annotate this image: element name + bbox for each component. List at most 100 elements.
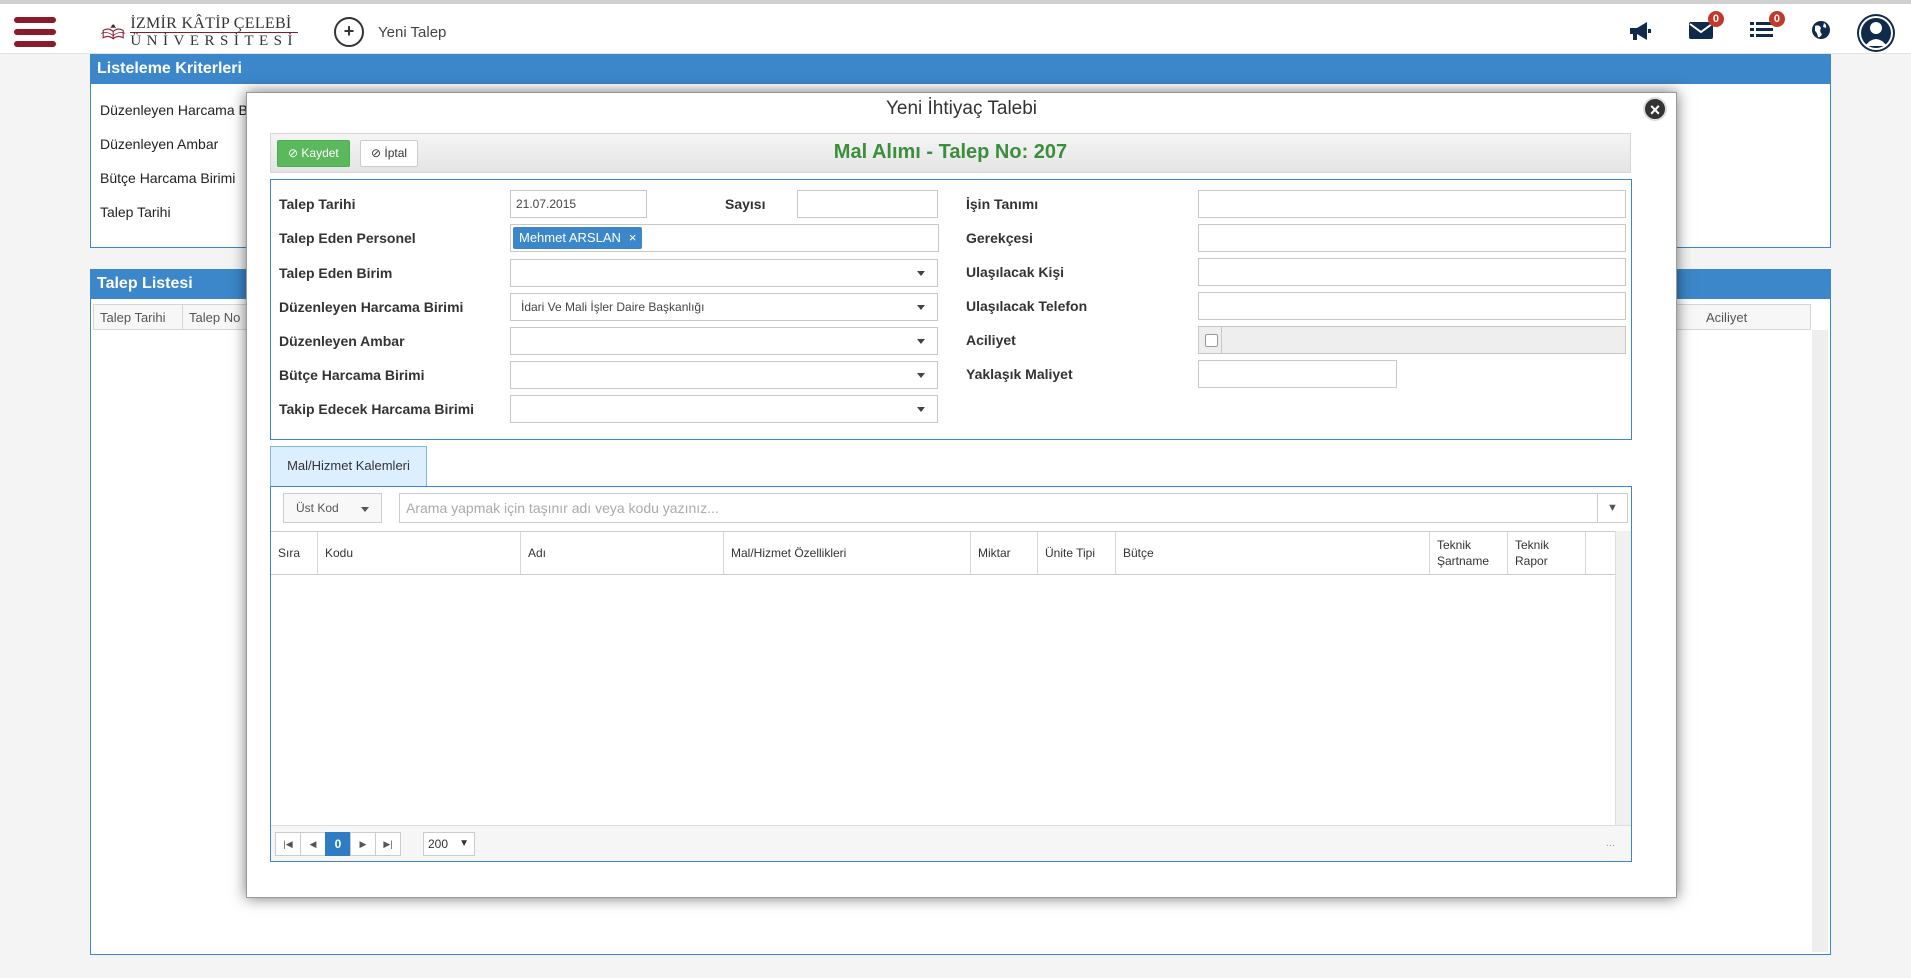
prev-page-icon[interactable]: ◀	[300, 832, 326, 856]
dropdown-arrow-icon[interactable]: ▼	[1597, 494, 1627, 522]
envelope-icon[interactable]: 0	[1688, 11, 1724, 45]
ulasilacak-telefon-label: Ulaşılacak Telefon	[966, 298, 1088, 314]
column-header[interactable]: Adı	[520, 532, 723, 574]
check-circle-icon: ⊘	[288, 146, 299, 160]
plus-icon: +	[334, 17, 364, 47]
caret-down-icon: ▼	[459, 838, 469, 849]
aciliyet-checkbox[interactable]	[1205, 334, 1218, 347]
list-scrollbar[interactable]	[1812, 330, 1828, 952]
column-header[interactable]: Miktar	[970, 532, 1037, 574]
modal-title: Yeni İhtiyaç Talebi	[885, 98, 1038, 119]
sayisi-input[interactable]	[797, 190, 938, 218]
close-icon[interactable]: ×	[1643, 97, 1667, 121]
items-grid-body	[271, 575, 1631, 825]
caret-down-icon	[917, 305, 925, 310]
items-panel: Üst Kod Arama yapmak için taşınır adı ve…	[270, 486, 1632, 862]
butce-label: Bütçe Harcama Birimi	[279, 367, 425, 383]
birim-label: Talep Eden Birim	[279, 265, 393, 281]
items-grid-scrollbar[interactable]	[1615, 531, 1631, 825]
items-grid-header: Sıra Kodu Adı Mal/Hizmet Özellikleri Mik…	[271, 531, 1631, 575]
criteria-panel-title: Listeleme Kriterleri	[91, 55, 1830, 84]
takip-select[interactable]	[510, 395, 938, 423]
column-header[interactable]: Mal/Hizmet Özellikleri	[723, 532, 970, 574]
page-size-select[interactable]: 200 ▼	[423, 832, 475, 856]
column-header[interactable]: Sıra	[271, 532, 317, 574]
caret-down-icon	[917, 373, 925, 378]
column-header[interactable]: Teknik Şartname	[1429, 532, 1507, 574]
request-form: Talep Tarihi 21.07.2015 Sayısı Talep Ede…	[270, 179, 1632, 440]
aciliyet-divider	[1221, 327, 1222, 353]
megaphone-icon[interactable]	[1627, 19, 1655, 45]
university-logo[interactable]: İZMİR KÂTİP ÇELEBİ ÜNİVERSİTESİ	[100, 12, 298, 52]
ulasilacak-kisi-label: Ulaşılacak Kişi	[966, 264, 1065, 280]
cancel-label: İptal	[384, 146, 408, 160]
globe-icon[interactable]	[1810, 19, 1838, 45]
modal-toolbar: Mal Alımı - Talep No: 207 ⊘ Kaydet ⊘ İpt…	[270, 133, 1631, 173]
caret-down-icon	[917, 339, 925, 344]
ambar-label: Düzenleyen Ambar	[279, 333, 405, 349]
personel-input[interactable]: Mehmet ARSLAN ×	[510, 224, 939, 252]
gerekcesi-input[interactable]	[1198, 224, 1626, 252]
takip-label: Takip Edecek Harcama Birimi	[279, 401, 475, 417]
column-header[interactable]: Talep Tarihi	[100, 310, 166, 325]
column-header[interactable]: Bütçe	[1115, 532, 1429, 574]
column-header[interactable]: Kodu	[317, 532, 520, 574]
caret-down-icon	[361, 507, 369, 512]
column-header-spacer	[1585, 532, 1615, 574]
personel-tag: Mehmet ARSLAN ×	[513, 227, 643, 249]
search-placeholder: Arama yapmak için taşınır adı veya kodu …	[406, 500, 719, 516]
save-button[interactable]: ⊘ Kaydet	[277, 140, 350, 167]
column-header[interactable]: Aciliyet	[1706, 310, 1747, 325]
first-page-icon[interactable]: |◀	[275, 832, 301, 856]
isin-tanimi-input[interactable]	[1198, 190, 1626, 218]
ulasilacak-kisi-input[interactable]	[1198, 258, 1626, 286]
criteria-row: Bütçe Harcama Birimi	[100, 170, 236, 186]
caret-down-icon	[917, 407, 925, 412]
task-list-icon[interactable]: 0	[1749, 11, 1785, 45]
new-request-label: Yeni Talep	[378, 23, 447, 41]
sayisi-label: Sayısı	[725, 196, 766, 212]
ambar-select[interactable]	[510, 327, 938, 355]
talep-tarihi-label: Talep Tarihi	[279, 196, 356, 212]
item-search-input[interactable]: Arama yapmak için taşınır adı veya kodu …	[399, 493, 1628, 523]
remove-tag-icon[interactable]: ×	[629, 230, 637, 245]
column-header[interactable]: Teknik Rapor	[1507, 532, 1585, 574]
user-avatar-icon[interactable]	[1857, 14, 1895, 52]
messages-badge: 0	[1707, 11, 1724, 27]
column-header[interactable]: Ünite Tipi	[1037, 532, 1115, 574]
birim-select[interactable]	[510, 259, 938, 287]
ban-icon: ⊘	[371, 146, 382, 160]
harcama-select[interactable]: İdari Ve Mali İşler Daire Başkanlığı	[510, 293, 938, 321]
hamburger-menu-icon[interactable]	[14, 17, 56, 47]
pager-info: ...	[1605, 837, 1615, 849]
next-page-icon[interactable]: ▶	[350, 832, 376, 856]
column-header[interactable]: Talep No	[182, 305, 240, 329]
criteria-row: Düzenleyen Ambar	[100, 136, 219, 152]
caret-down-icon	[917, 271, 925, 276]
tab-mal-hizmet-kalemleri[interactable]: Mal/Hizmet Kalemleri	[270, 446, 427, 486]
pager: |◀ ◀ 0 ▶ ▶| 200 ▼ ...	[271, 825, 1631, 861]
maliyet-input[interactable]	[1198, 360, 1397, 388]
upper-code-select[interactable]: Üst Kod	[283, 493, 382, 523]
harcama-value: İdari Ve Mali İşler Daire Başkanlığı	[521, 300, 705, 314]
criteria-row: Düzenleyen Harcama B	[100, 102, 248, 118]
tasks-badge: 0	[1768, 11, 1785, 27]
university-emblem-icon	[100, 24, 126, 40]
page-size-value: 200	[428, 837, 449, 851]
aciliyet-label: Aciliyet	[966, 332, 1016, 348]
new-request-button[interactable]: + Yeni Talep	[334, 17, 446, 47]
gerekcesi-label: Gerekçesi	[966, 230, 1033, 246]
upper-code-label: Üst Kod	[296, 501, 339, 515]
top-bar: İZMİR KÂTİP ÇELEBİ ÜNİVERSİTESİ + Yeni T…	[0, 0, 1911, 54]
ulasilacak-telefon-input[interactable]	[1198, 292, 1626, 320]
criteria-row: Talep Tarihi	[100, 204, 171, 220]
current-page[interactable]: 0	[325, 832, 351, 856]
save-label: Kaydet	[301, 146, 339, 160]
cancel-button[interactable]: ⊘ İptal	[360, 140, 419, 167]
talep-tarihi-input[interactable]: 21.07.2015	[510, 190, 647, 218]
logo-line-1: İZMİR KÂTİP ÇELEBİ	[130, 14, 292, 32]
aciliyet-field	[1198, 326, 1626, 354]
last-page-icon[interactable]: ▶|	[375, 832, 401, 856]
butce-select[interactable]	[510, 361, 938, 389]
harcama-label: Düzenleyen Harcama Birimi	[279, 299, 464, 315]
